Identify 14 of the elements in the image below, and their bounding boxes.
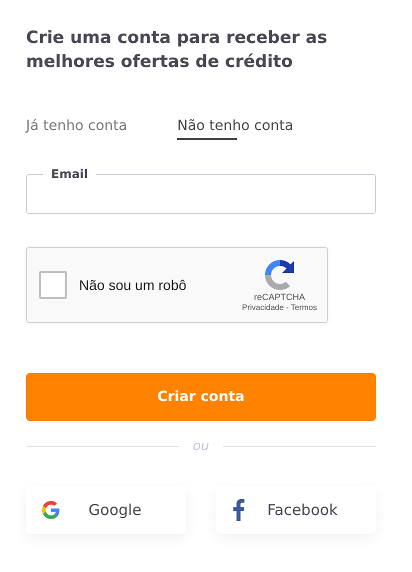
page-heading: Crie uma conta para receber as melhores ofertas de crédito bbox=[26, 27, 328, 74]
divider-text: ou bbox=[192, 439, 210, 454]
recaptcha-logo-icon bbox=[264, 258, 296, 290]
social-login-button[interactable]: Facebook bbox=[216, 486, 376, 534]
captcha-brand: reCAPTCHA bbox=[254, 292, 305, 302]
email-field[interactable]: Email bbox=[26, 167, 376, 214]
google-icon bbox=[42, 501, 60, 519]
facebook-icon bbox=[232, 499, 245, 521]
captcha-links[interactable]: Privacidade - Termos bbox=[242, 302, 317, 312]
captcha-label: Não sou um robô bbox=[79, 277, 188, 293]
captcha-checkbox[interactable] bbox=[39, 271, 67, 299]
account-tab[interactable]: Não tenho conta bbox=[177, 118, 294, 140]
social-login-button[interactable]: Google bbox=[26, 486, 186, 534]
account-tab[interactable]: Já tenho conta bbox=[26, 118, 128, 140]
